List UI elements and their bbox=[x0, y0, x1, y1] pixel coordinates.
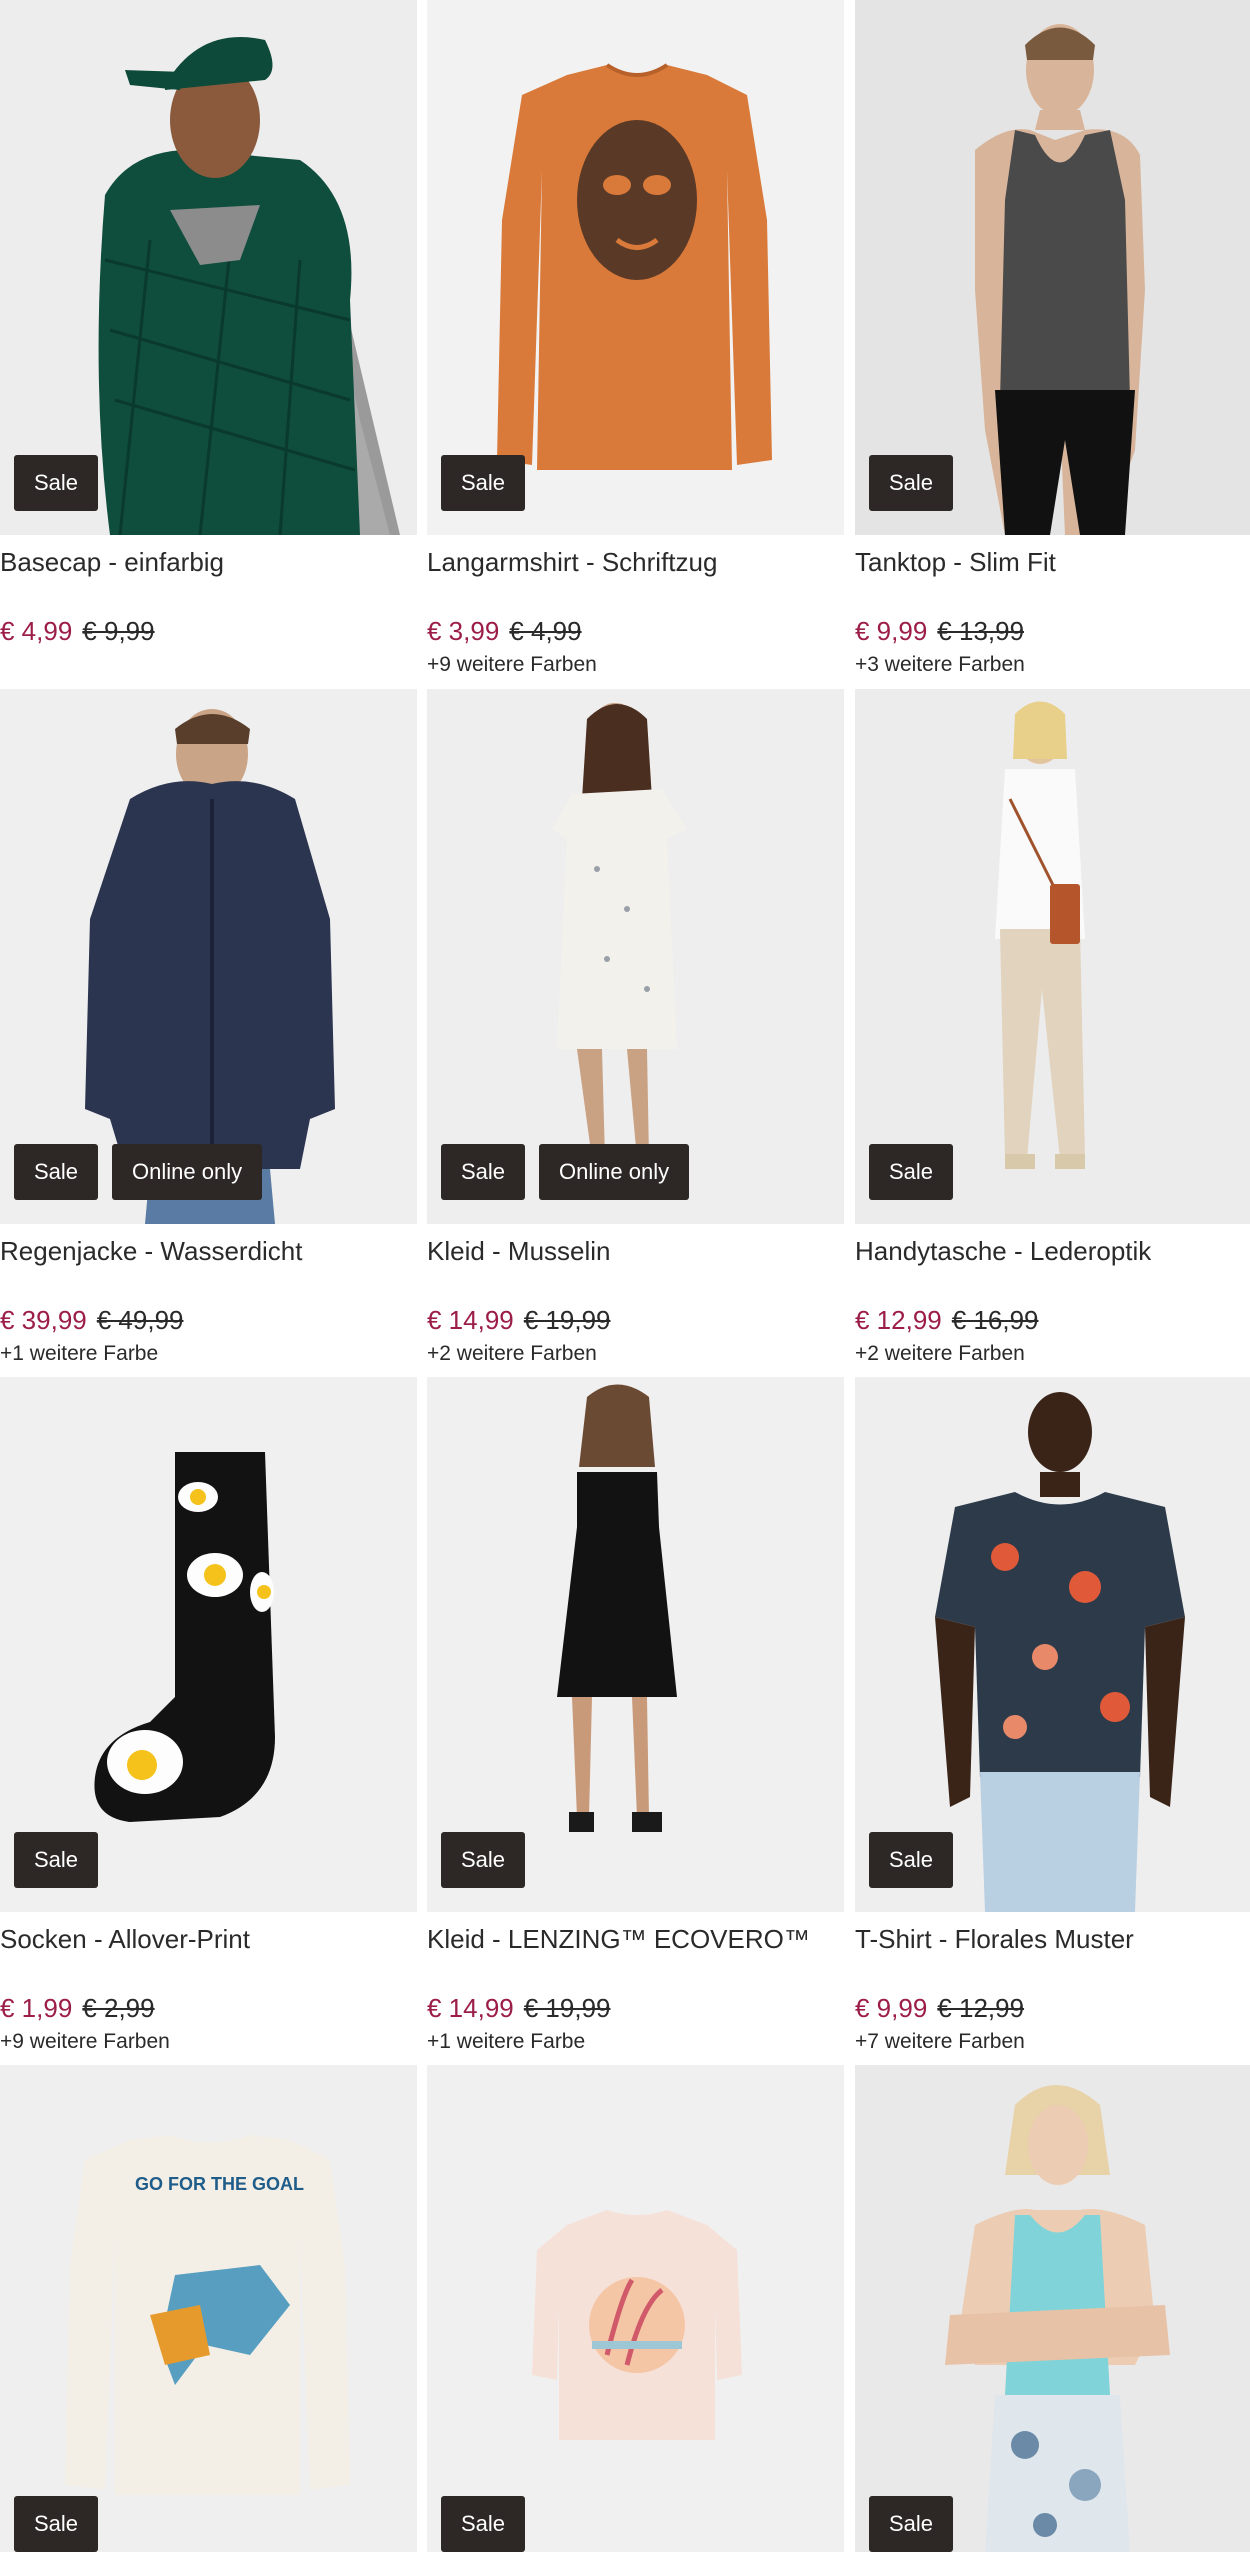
sale-badge: Sale bbox=[869, 455, 954, 511]
product-image[interactable]: Sale bbox=[427, 0, 844, 535]
sale-price: € 1,99 bbox=[0, 1993, 73, 2023]
product-card[interactable]: Sale Handytasche - Lederoptik € 12,99 € 1… bbox=[855, 689, 1250, 1368]
product-price: € 3,99 € 4,99 bbox=[427, 615, 844, 647]
original-price: € 12,99 bbox=[937, 1993, 1025, 2023]
product-price: € 14,99 € 19,99 bbox=[427, 1304, 844, 1336]
product-card[interactable]: Sale bbox=[855, 2065, 1250, 2552]
sale-price: € 12,99 bbox=[855, 1305, 942, 1335]
product-image[interactable]: Sale bbox=[855, 0, 1250, 535]
product-card[interactable]: GO FOR THE GOAL Sale bbox=[0, 2065, 417, 2552]
product-card[interactable]: Sale Kleid - LENZING™ ECOVERO™ € 14,99 € … bbox=[427, 1377, 844, 2056]
product-title[interactable]: Handytasche - Lederoptik bbox=[855, 1234, 1250, 1268]
original-price: € 19,99 bbox=[523, 1305, 611, 1335]
more-colors[interactable]: +9 weitere Farben bbox=[0, 2028, 417, 2056]
sale-price: € 4,99 bbox=[0, 616, 73, 646]
product-photo-sweatshirt bbox=[427, 2065, 844, 2552]
sale-badge: Sale bbox=[869, 1144, 954, 1200]
product-card[interactable]: Sale Tanktop - Slim Fit € 9,99 € 13,99 +3… bbox=[855, 0, 1250, 679]
product-price: € 1,99 € 2,99 bbox=[0, 1992, 417, 2024]
more-colors[interactable]: +7 weitere Farben bbox=[855, 2028, 1250, 2056]
sale-badge: Sale bbox=[14, 1144, 99, 1200]
more-colors[interactable]: +1 weitere Farbe bbox=[427, 2028, 844, 2056]
product-card[interactable]: Sale T-Shirt - Florales Muster € 9,99 € 1… bbox=[855, 1377, 1250, 2056]
original-price: € 16,99 bbox=[951, 1305, 1039, 1335]
product-title[interactable]: Langarmshirt - Schriftzug bbox=[427, 545, 844, 579]
product-card[interactable]: Sale Socken - Allover-Print € 1,99 € 2,99… bbox=[0, 1377, 417, 2056]
product-photo-tanktop-blue bbox=[855, 2065, 1250, 2552]
more-colors[interactable]: +2 weitere Farben bbox=[855, 1340, 1250, 1368]
product-image[interactable]: Sale bbox=[855, 2065, 1250, 2552]
product-image[interactable]: GO FOR THE GOAL Sale bbox=[0, 2065, 417, 2552]
product-image[interactable]: Sale Online only bbox=[0, 689, 417, 1224]
product-image[interactable]: Sale bbox=[0, 1377, 417, 1912]
product-price: € 4,99 € 9,99 bbox=[0, 615, 417, 647]
sale-price: € 14,99 bbox=[427, 1993, 514, 2023]
original-price: € 2,99 bbox=[82, 1993, 155, 2023]
sale-badge: Sale bbox=[441, 1144, 526, 1200]
more-colors[interactable] bbox=[0, 651, 417, 679]
original-price: € 19,99 bbox=[523, 1993, 611, 2023]
product-card[interactable]: Sale bbox=[427, 2065, 844, 2552]
product-title[interactable]: Kleid - Musselin bbox=[427, 1234, 844, 1268]
more-colors[interactable]: +2 weitere Farben bbox=[427, 1340, 844, 1368]
sale-badge: Sale bbox=[14, 2496, 99, 2552]
sale-badge: Sale bbox=[869, 2496, 954, 2552]
sale-price: € 14,99 bbox=[427, 1305, 514, 1335]
product-card[interactable]: Sale Basecap - einfarbig € 4,99 € 9,99 bbox=[0, 0, 417, 679]
product-price: € 12,99 € 16,99 bbox=[855, 1304, 1250, 1336]
online-only-badge: Online only bbox=[539, 1144, 690, 1200]
sale-badge: Sale bbox=[14, 1832, 99, 1888]
sale-badge: Sale bbox=[14, 455, 99, 511]
product-price: € 9,99 € 12,99 bbox=[855, 1992, 1250, 2024]
product-image[interactable]: Sale bbox=[855, 689, 1250, 1224]
product-photo-longsleeve-print: GO FOR THE GOAL bbox=[0, 2065, 417, 2552]
sale-badge: Sale bbox=[869, 1832, 954, 1888]
original-price: € 9,99 bbox=[82, 616, 155, 646]
product-price: € 9,99 € 13,99 bbox=[855, 615, 1250, 647]
product-image[interactable]: Sale bbox=[855, 1377, 1250, 1912]
sale-badge: Sale bbox=[441, 1832, 526, 1888]
product-image[interactable]: Sale bbox=[427, 1377, 844, 1912]
product-title[interactable]: Basecap - einfarbig bbox=[0, 545, 417, 579]
product-card[interactable]: Sale Langarmshirt - Schriftzug € 3,99 € 4… bbox=[427, 0, 844, 679]
sale-badge: Sale bbox=[441, 2496, 526, 2552]
sale-badge: Sale bbox=[441, 455, 526, 511]
more-colors[interactable]: +1 weitere Farbe bbox=[0, 1340, 417, 1368]
print-text: GO FOR THE GOAL bbox=[135, 2174, 304, 2194]
product-title[interactable]: Kleid - LENZING™ ECOVERO™ bbox=[427, 1922, 844, 1956]
sale-price: € 9,99 bbox=[855, 616, 928, 646]
sale-price: € 3,99 bbox=[427, 616, 500, 646]
product-image[interactable]: Sale bbox=[0, 0, 417, 535]
product-title[interactable]: Regenjacke - Wasserdicht bbox=[0, 1234, 417, 1268]
more-colors[interactable]: +3 weitere Farben bbox=[855, 651, 1250, 679]
original-price: € 49,99 bbox=[96, 1305, 184, 1335]
product-price: € 14,99 € 19,99 bbox=[427, 1992, 844, 2024]
product-card[interactable]: Sale Online only Regenjacke - Wasserdich… bbox=[0, 689, 417, 1368]
sale-price: € 39,99 bbox=[0, 1305, 87, 1335]
product-title[interactable]: T-Shirt - Florales Muster bbox=[855, 1922, 1250, 1956]
product-card[interactable]: Sale Online only Kleid - Musselin € 14,9… bbox=[427, 689, 844, 1368]
product-grid: Sale Basecap - einfarbig € 4,99 € 9,99 Sa… bbox=[0, 0, 1250, 2552]
product-image[interactable]: Sale bbox=[427, 2065, 844, 2552]
original-price: € 13,99 bbox=[937, 616, 1025, 646]
product-title[interactable]: Socken - Allover-Print bbox=[0, 1922, 417, 1956]
online-only-badge: Online only bbox=[112, 1144, 263, 1200]
product-price: € 39,99 € 49,99 bbox=[0, 1304, 417, 1336]
more-colors[interactable]: +9 weitere Farben bbox=[427, 651, 844, 679]
product-image[interactable]: Sale Online only bbox=[427, 689, 844, 1224]
sale-price: € 9,99 bbox=[855, 1993, 928, 2023]
product-title[interactable]: Tanktop - Slim Fit bbox=[855, 545, 1250, 579]
original-price: € 4,99 bbox=[509, 616, 582, 646]
